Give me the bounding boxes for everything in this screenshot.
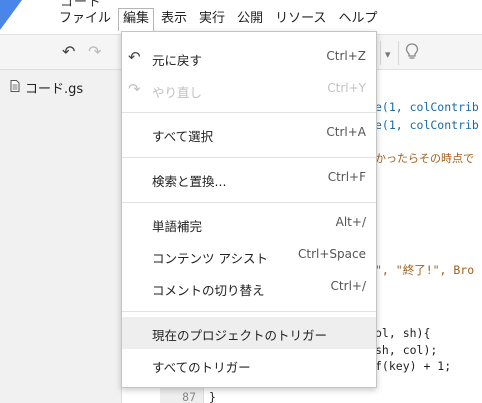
menu-item-label: やり直し — [152, 85, 203, 100]
menu-item-shortcut: Ctrl+Y — [327, 81, 366, 95]
menu-edit[interactable]: 編集 — [118, 7, 155, 31]
lightbulb-icon[interactable] — [405, 43, 419, 65]
code-line: } — [209, 390, 216, 403]
code-line: e(1, colContrib — [375, 118, 479, 132]
menu-item-label: すべてのトリガー — [152, 360, 251, 375]
menu-view[interactable]: 表示 — [156, 8, 192, 30]
menu-item-current-project-triggers[interactable]: 現在のプロジェクトのトリガー — [122, 317, 376, 349]
menu-publish[interactable]: 公開 — [232, 8, 268, 30]
menu-item-all-triggers[interactable]: すべてのトリガー — [122, 349, 376, 381]
code-line: ", "終了!", Bro — [375, 263, 475, 277]
menu-item-label: 現在のプロジェクトのトリガー — [152, 328, 328, 343]
menu-item-shortcut: Ctrl+Z — [326, 49, 366, 63]
line-number: 87 — [182, 390, 196, 403]
code-comment: かったらその時点で — [375, 152, 474, 165]
menu-item-label: 単語補完 — [152, 219, 203, 234]
menu-run[interactable]: 実行 — [194, 8, 230, 30]
code-line: sh, col); — [375, 343, 438, 357]
code-line: ol, sh){ — [375, 326, 431, 340]
menu-item-shortcut: Ctrl+Space — [298, 247, 366, 261]
menu-item-shortcut: Alt+/ — [335, 215, 366, 229]
menu-item-select-all[interactable]: すべて選択 Ctrl+A — [122, 118, 376, 150]
menu-item-content-assist[interactable]: コンテンツ アシスト Ctrl+Space — [122, 240, 376, 272]
menu-separator — [122, 157, 376, 158]
file-list: コード.gs — [0, 70, 122, 403]
menu-item-word-completion[interactable]: 単語補完 Alt+/ — [122, 208, 376, 240]
undo-icon[interactable]: ↶ — [62, 43, 75, 61]
document-icon — [10, 79, 20, 96]
file-name: コード.gs — [25, 82, 84, 97]
menu-separator — [122, 202, 376, 203]
menu-file[interactable]: ファイル — [54, 8, 116, 30]
menu-item-toggle-comment[interactable]: コメントの切り替え Ctrl+/ — [122, 272, 376, 304]
menu-item-shortcut: Ctrl+F — [327, 170, 366, 184]
menu-separator — [122, 112, 376, 113]
toolbar-divider — [398, 41, 399, 65]
menu-item-label: すべて選択 — [152, 129, 214, 144]
menu-item-label: コメントの切り替え — [152, 283, 265, 298]
undo-icon: ↶ — [128, 48, 141, 66]
menu-item-redo[interactable]: ↷ やり直し Ctrl+Y — [122, 74, 376, 106]
redo-icon: ↷ — [128, 80, 141, 98]
menu-help[interactable]: ヘルプ — [333, 8, 382, 30]
menu-resources[interactable]: リソース — [270, 8, 331, 30]
edit-menu-dropdown: ↶ 元に戻す Ctrl+Z ↷ やり直し Ctrl+Y すべて選択 Ctrl+A… — [121, 31, 377, 388]
menu-separator — [122, 311, 376, 312]
menu-item-find-replace[interactable]: 検索と置換... Ctrl+F — [122, 163, 376, 195]
toolbar-divider — [380, 41, 381, 65]
code-line: e(1, colContrib — [375, 100, 479, 114]
menu-item-label: 検索と置換... — [152, 174, 227, 189]
app-header: コード ファイル 編集 表示 実行 公開 リソース ヘルプ — [0, 0, 482, 34]
menu-item-undo[interactable]: ↶ 元に戻す Ctrl+Z — [122, 42, 376, 74]
menu-item-label: 元に戻す — [152, 53, 203, 68]
menubar: ファイル 編集 表示 実行 公開 リソース ヘルプ — [54, 7, 384, 31]
redo-icon[interactable]: ↷ — [88, 43, 101, 61]
chevron-down-icon[interactable]: ▾ — [385, 46, 391, 64]
code-line: f(key) + 1; — [375, 359, 452, 373]
menu-item-label: コンテンツ アシスト — [152, 251, 268, 266]
menu-item-shortcut: Ctrl+/ — [330, 279, 366, 293]
file-item[interactable]: コード.gs — [10, 78, 83, 97]
apps-script-logo-icon — [0, 0, 22, 30]
menu-item-shortcut: Ctrl+A — [326, 125, 366, 139]
